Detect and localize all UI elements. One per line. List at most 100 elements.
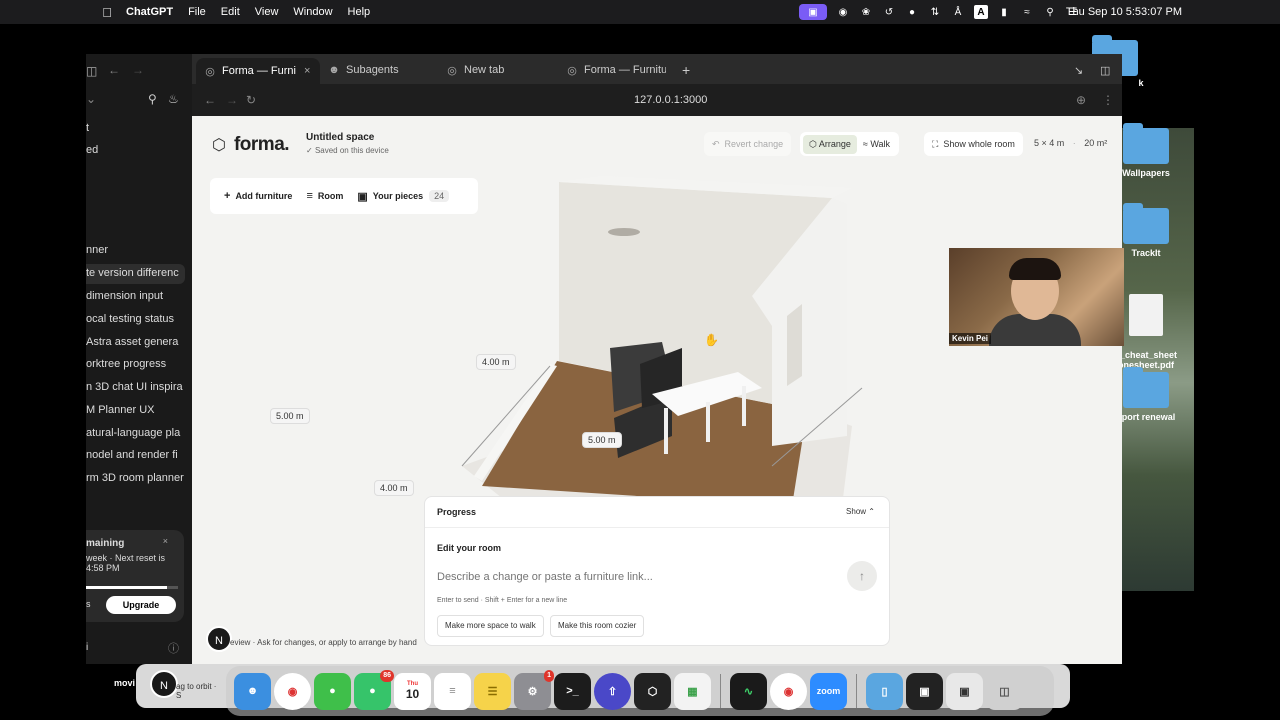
screen-record-icon[interactable]: ▣	[799, 4, 827, 20]
sidebar-item[interactable]: orktree progress	[86, 358, 186, 370]
sidebar-item[interactable]: Astra asset genera	[86, 336, 186, 348]
walk-mode-button[interactable]: ≈ Walk	[857, 135, 896, 153]
search-icon[interactable]: ⚲	[148, 92, 157, 106]
window-thumbnail-icon[interactable]: ▣	[906, 672, 943, 710]
trash-icon[interactable]: ◫	[986, 672, 1023, 710]
close-icon[interactable]: ×	[163, 536, 168, 546]
battery-icon[interactable]: ▮	[997, 5, 1011, 19]
frame-icon: ⛶	[932, 138, 939, 149]
menubar-clock[interactable]: Thu Sep 10 5:53:07 PM	[1066, 6, 1182, 18]
menu-window[interactable]: Window	[293, 6, 332, 18]
spiral-icon[interactable]: ↺	[882, 5, 896, 19]
send-button[interactable]: ↑	[847, 561, 877, 591]
desktop-item-label: TrackIt	[1131, 248, 1161, 258]
chrome-icon[interactable]: ◉	[274, 672, 311, 710]
notes-icon[interactable]: ☰	[474, 672, 511, 710]
chatgpt-cli-icon[interactable]: ⇧	[594, 672, 631, 710]
user-avatar[interactable]: N	[206, 626, 232, 652]
sidebar-item[interactable]: dimension input	[86, 290, 186, 302]
upgrade-button[interactable]: Upgrade	[106, 596, 176, 614]
tab-forma-2[interactable]: ◎ Forma — Furnitu	[566, 59, 666, 81]
bell-icon[interactable]: ♨	[168, 92, 179, 106]
chevron-down-icon[interactable]: ⌄	[86, 92, 96, 106]
space-title[interactable]: Untitled space	[306, 132, 374, 143]
chrome-icon[interactable]: ◉	[770, 672, 807, 710]
menu-help[interactable]: Help	[348, 6, 371, 18]
table-leg	[706, 402, 710, 442]
sidebar-item[interactable]: rm 3D room planner	[86, 472, 186, 484]
apple-icon[interactable]: 	[100, 5, 114, 20]
url-field[interactable]: 127.0.0.1:3000	[634, 94, 707, 106]
menu-edit[interactable]: Edit	[221, 6, 240, 18]
help-icon[interactable]: ⓘ	[168, 640, 179, 656]
room-3d-viewport[interactable]: ✋	[442, 176, 872, 506]
folder-icon[interactable]: ▯	[866, 672, 903, 710]
sidebar-item[interactable]: M Planner UX	[86, 404, 186, 416]
profile-label[interactable]: i	[86, 642, 88, 653]
openai-icon[interactable]: ❀	[859, 5, 873, 19]
terminal-icon[interactable]: >_	[554, 672, 591, 710]
forma-logo[interactable]: ⬡ forma.	[212, 134, 290, 156]
sidebar-item[interactable]: t	[86, 122, 186, 134]
reminders-icon[interactable]: ≡	[434, 672, 471, 710]
calendar-icon[interactable]: Thu 10	[394, 672, 431, 710]
forward-arrow-icon[interactable]: →	[226, 93, 238, 107]
person-icon: ☻	[328, 64, 340, 76]
wifi-icon[interactable]: ≈	[1020, 5, 1034, 19]
add-furniture-button[interactable]: + Add furniture	[224, 190, 292, 202]
room-button[interactable]: ≡ Room	[306, 190, 343, 202]
numbers-icon[interactable]: ▦	[674, 672, 711, 710]
control-icon[interactable]: ⇅	[928, 5, 942, 19]
revert-change-button[interactable]: ↶ Revert change	[704, 132, 792, 156]
tab-forma-active[interactable]: ◎ Forma — Furni ×	[196, 58, 320, 84]
extension-icon[interactable]: ⊕	[1076, 93, 1086, 107]
zoom-label: zoom	[816, 686, 841, 696]
wechat-icon[interactable]: ●	[905, 5, 919, 19]
forward-arrow-icon[interactable]: →	[132, 63, 144, 77]
app-menu-chatgpt[interactable]: ChatGPT	[126, 6, 173, 18]
forma-app: ⬡ forma. Untitled space ✓ Saved on this …	[192, 116, 1122, 664]
input-a-icon[interactable]: A	[974, 5, 988, 19]
sidebar-item[interactable]: nner	[86, 244, 186, 256]
suggestion-chip-walk-space[interactable]: Make more space to walk	[437, 615, 544, 637]
tab-new[interactable]: ◎ New tab	[446, 59, 504, 81]
sidebar-item[interactable]: atural-language pla	[86, 427, 186, 439]
sidebar-item[interactable]: ocal testing status	[86, 313, 186, 325]
new-tab-plus-icon[interactable]: +	[682, 59, 690, 81]
side-panel-icon[interactable]: ◫	[1100, 59, 1110, 81]
video-call-overlay[interactable]: Kevin Pei	[949, 248, 1124, 346]
zoom-icon[interactable]: ◉	[836, 5, 850, 19]
bluetooth-icon[interactable]: Å	[951, 5, 965, 19]
sidebar-item-selected[interactable]: te version differenc	[86, 264, 185, 284]
tab-subagents[interactable]: ☻ Subagents	[328, 59, 398, 81]
system-settings-icon[interactable]: ⚙ 1	[514, 669, 554, 710]
progress-toggle[interactable]: Show ⌃	[846, 507, 875, 516]
sidebar-item[interactable]: ed	[86, 144, 186, 156]
show-whole-room-button[interactable]: ⛶ Show whole room	[924, 132, 1023, 156]
close-icon[interactable]: ×	[304, 65, 310, 77]
sidebar-item[interactable]: n 3D chat UI inspira	[86, 381, 186, 393]
your-pieces-button[interactable]: ▣ Your pieces 24	[357, 190, 450, 203]
sidebar-toggle-icon[interactable]: ◫	[86, 64, 97, 78]
sidebar-item[interactable]: nodel and render fi	[86, 449, 186, 461]
menu-file[interactable]: File	[188, 6, 206, 18]
arrange-mode-button[interactable]: ⬡ Arrange	[803, 134, 857, 154]
back-arrow-icon[interactable]: ←	[108, 63, 120, 77]
room-edit-input[interactable]	[437, 571, 837, 583]
window-thumbnail-icon[interactable]: ▣	[946, 672, 983, 710]
back-arrow-icon[interactable]: ←	[204, 93, 216, 107]
finder-icon[interactable]: ☻	[234, 672, 271, 710]
menu-view[interactable]: View	[255, 6, 279, 18]
zoom-icon[interactable]: zoom	[810, 672, 847, 710]
menu-dots-icon[interactable]: ⋮	[1102, 93, 1114, 107]
suggestion-chip-cozier[interactable]: Make this room cozier	[550, 615, 645, 637]
user-avatar[interactable]: N	[150, 670, 178, 698]
messages-icon[interactable]: ● 86	[354, 669, 394, 710]
activity-monitor-icon[interactable]: ∿	[730, 672, 767, 710]
usage-secondary-button[interactable]: s	[86, 599, 91, 609]
wechat-icon[interactable]: ●	[314, 672, 351, 710]
cube-app-icon[interactable]: ⬡	[634, 672, 671, 710]
reload-icon[interactable]: ↻	[246, 93, 256, 107]
search-icon[interactable]: ⚲	[1043, 5, 1057, 19]
minimize-icon[interactable]: ↘	[1074, 59, 1083, 81]
